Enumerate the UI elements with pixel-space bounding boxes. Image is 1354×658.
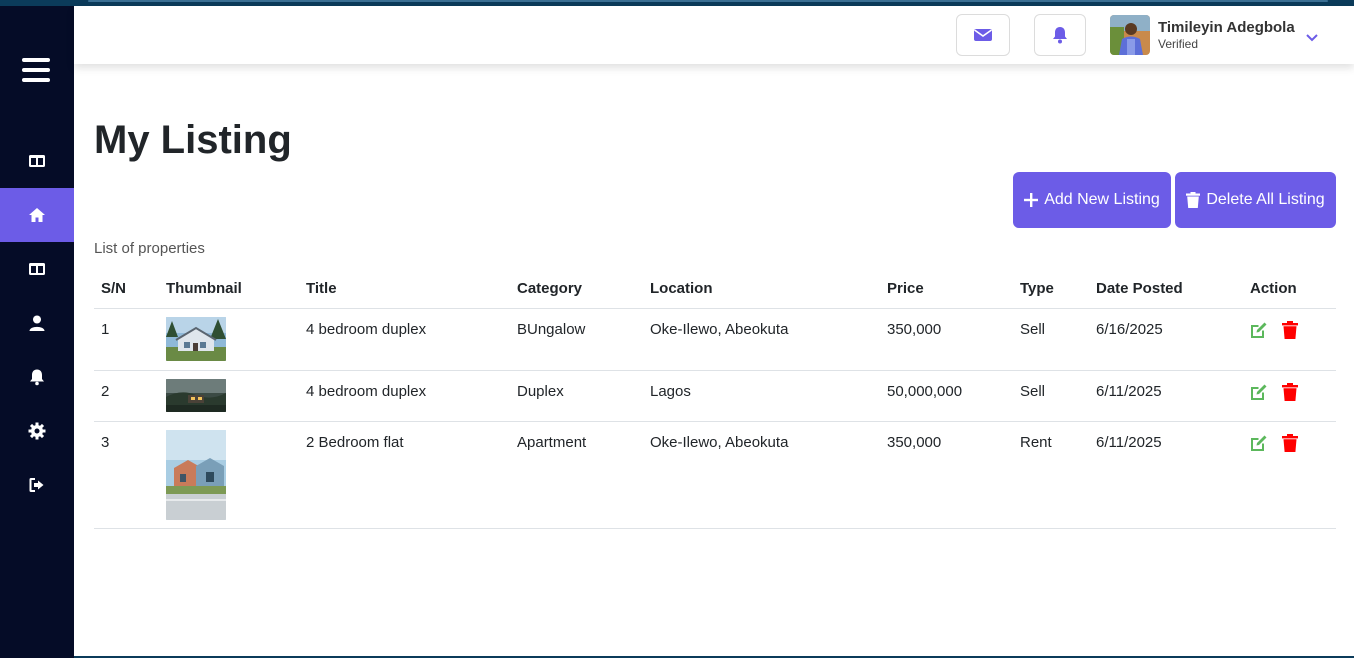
cell-category: Apartment bbox=[517, 434, 587, 451]
edit-icon[interactable] bbox=[1250, 383, 1268, 401]
user-icon bbox=[29, 315, 45, 331]
plus-icon bbox=[1024, 193, 1039, 207]
trash-icon bbox=[1186, 192, 1201, 208]
sidebar-item-dashboard[interactable] bbox=[0, 134, 74, 188]
col-header-sn: S/N bbox=[101, 280, 127, 297]
bell-icon bbox=[30, 369, 44, 386]
sidebar-item-settings[interactable] bbox=[0, 404, 74, 458]
cell-sn: 3 bbox=[101, 434, 110, 451]
cell-type: Sell bbox=[1020, 383, 1046, 400]
col-header-location: Location bbox=[650, 280, 713, 297]
sidebar-item-home[interactable] bbox=[0, 188, 74, 242]
cell-type: Sell bbox=[1020, 321, 1046, 338]
cell-price: 350,000 bbox=[887, 434, 942, 451]
bell-icon bbox=[1053, 27, 1067, 44]
window-edge bbox=[88, 0, 1328, 2]
cell-price: 50,000,000 bbox=[887, 383, 963, 400]
cell-date: 6/11/2025 bbox=[1096, 434, 1162, 451]
sidebar-item-logout[interactable] bbox=[0, 458, 74, 512]
sidebar-item-listings[interactable] bbox=[0, 242, 74, 296]
property-thumbnail[interactable] bbox=[166, 317, 226, 361]
table-caption: List of properties bbox=[94, 240, 205, 257]
listings-table: S/N Thumbnail Title Category Location Pr… bbox=[94, 270, 1336, 529]
logout-icon bbox=[29, 478, 44, 492]
col-header-title: Title bbox=[306, 280, 337, 297]
top-bar: Timileyin Adegbola Verified bbox=[74, 6, 1354, 64]
sidebar-item-profile[interactable] bbox=[0, 296, 74, 350]
cell-title: 2 Bedroom flat bbox=[306, 434, 404, 451]
edit-icon[interactable] bbox=[1250, 434, 1268, 452]
col-header-date: Date Posted bbox=[1096, 280, 1183, 297]
cell-location: Lagos bbox=[650, 383, 691, 400]
main-content: Timileyin Adegbola Verified My Listing A… bbox=[74, 6, 1354, 656]
col-header-category: Category bbox=[517, 280, 583, 297]
table-row: 3 2 Bedroom flat Apartment Oke-Ilewo, Ab… bbox=[94, 422, 1336, 529]
messages-button[interactable] bbox=[956, 14, 1010, 56]
cell-category: Duplex bbox=[517, 383, 564, 400]
cell-location: Oke-Ilewo, Abeokuta bbox=[650, 434, 789, 451]
user-name: Timileyin Adegbola bbox=[1158, 19, 1295, 36]
hamburger-menu-icon[interactable] bbox=[22, 58, 50, 84]
sidebar bbox=[0, 6, 74, 658]
col-header-action: Action bbox=[1250, 280, 1297, 297]
row-actions bbox=[1250, 434, 1298, 452]
property-thumbnail[interactable] bbox=[166, 379, 226, 412]
user-menu[interactable]: Timileyin Adegbola Verified bbox=[1110, 15, 1319, 55]
delete-all-label: Delete All Listing bbox=[1206, 191, 1325, 208]
add-listing-button[interactable]: Add New Listing bbox=[1013, 172, 1171, 228]
delete-icon[interactable] bbox=[1282, 321, 1298, 339]
gear-icon bbox=[28, 422, 46, 440]
user-status: Verified bbox=[1158, 37, 1199, 51]
cell-title: 4 bedroom duplex bbox=[306, 321, 427, 338]
table-row: 1 4 bedroom duplex BUngalow Oke-Ilewo, A… bbox=[94, 309, 1336, 371]
row-actions bbox=[1250, 383, 1298, 401]
cell-title: 4 bedroom duplex bbox=[306, 383, 427, 400]
cell-category: BUngalow bbox=[517, 321, 586, 338]
table-row: 2 4 bedroom duplex Duplex Lagos 50,000,0… bbox=[94, 371, 1336, 422]
page-title: My Listing bbox=[94, 118, 292, 162]
cell-sn: 1 bbox=[101, 321, 110, 338]
edit-icon[interactable] bbox=[1250, 321, 1268, 339]
notifications-button[interactable] bbox=[1034, 14, 1086, 56]
home-icon bbox=[29, 208, 45, 222]
cell-date: 6/11/2025 bbox=[1096, 383, 1162, 400]
envelope-icon bbox=[974, 29, 992, 41]
col-header-type: Type bbox=[1020, 280, 1054, 297]
cell-sn: 2 bbox=[101, 383, 110, 400]
listing-icon bbox=[29, 263, 45, 275]
cell-location: Oke-Ilewo, Abeokuta bbox=[650, 321, 789, 338]
chevron-down-icon bbox=[1305, 34, 1318, 42]
avatar bbox=[1110, 15, 1150, 55]
add-listing-label: Add New Listing bbox=[1044, 191, 1160, 208]
delete-icon[interactable] bbox=[1282, 434, 1298, 452]
col-header-thumbnail: Thumbnail bbox=[166, 280, 242, 297]
delete-all-button[interactable]: Delete All Listing bbox=[1175, 172, 1336, 228]
delete-icon[interactable] bbox=[1282, 383, 1298, 401]
cell-type: Rent bbox=[1020, 434, 1052, 451]
table-header-row: S/N Thumbnail Title Category Location Pr… bbox=[94, 270, 1336, 309]
property-thumbnail[interactable] bbox=[166, 430, 226, 520]
row-actions bbox=[1250, 321, 1298, 339]
cell-date: 6/16/2025 bbox=[1096, 321, 1163, 338]
dashboard-icon bbox=[29, 155, 45, 167]
sidebar-item-notifications[interactable] bbox=[0, 350, 74, 404]
col-header-price: Price bbox=[887, 280, 924, 297]
cell-price: 350,000 bbox=[887, 321, 942, 338]
